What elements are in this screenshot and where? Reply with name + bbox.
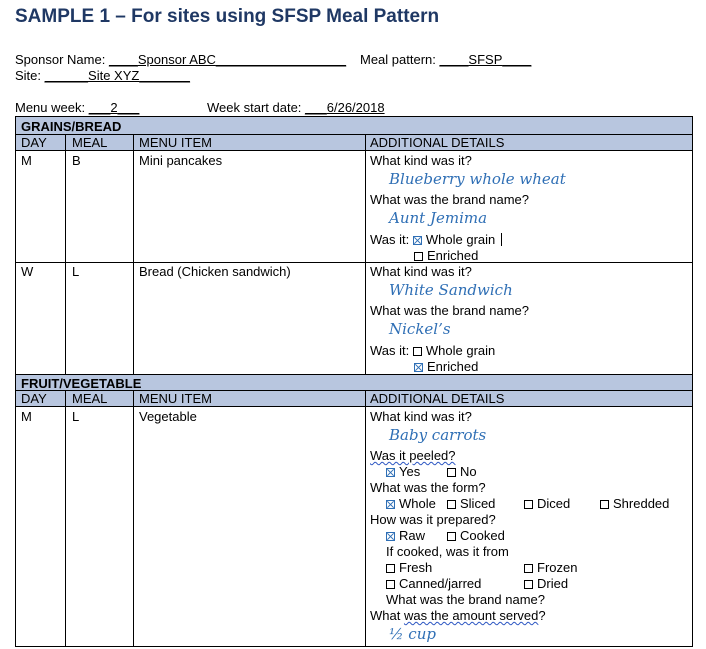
row2-day: W bbox=[21, 264, 34, 279]
row3-kind-question: What kind was it? bbox=[370, 409, 472, 424]
row3-kind-answer[interactable]: Baby carrots bbox=[389, 426, 486, 444]
row2-wasit: Was it: Whole grain bbox=[370, 343, 496, 358]
row3-peeled-yes-option: Yes bbox=[386, 464, 420, 479]
from-canned-checkbox[interactable] bbox=[386, 580, 395, 589]
row2-kind-answer[interactable]: White Sandwich bbox=[389, 281, 513, 299]
row1-enriched-option: Enriched bbox=[414, 248, 478, 263]
row3-prepared-question: How was it prepared? bbox=[370, 512, 496, 527]
row2-meal: L bbox=[72, 264, 80, 279]
meal-pattern-label: Meal pattern: bbox=[360, 52, 436, 67]
row2-brand-question: What was the brand name? bbox=[370, 303, 529, 318]
week-start-field[interactable]: Week start date: ___6/26/2018 bbox=[207, 100, 385, 115]
row3-amount-answer[interactable]: ½ cup bbox=[389, 625, 436, 643]
row3-item: Vegetable bbox=[139, 409, 197, 424]
row1-meal: B bbox=[72, 153, 81, 168]
col-details-header: ADDITIONAL DETAILS bbox=[370, 135, 505, 150]
menu-week-value: ___2___ bbox=[88, 100, 140, 115]
row1-item: Mini pancakes bbox=[139, 153, 223, 168]
from-frozen-option: Frozen bbox=[524, 560, 577, 575]
row1-kind-question: What kind was it? bbox=[370, 153, 472, 168]
week-start-label: Week start date: bbox=[207, 100, 302, 115]
row3-day: M bbox=[21, 409, 32, 424]
row1-brand-answer[interactable]: Aunt Jemima bbox=[389, 209, 487, 227]
row3-meal: L bbox=[72, 409, 80, 424]
row2-item: Bread (Chicken sandwich) bbox=[139, 264, 291, 279]
col-details-header-2: ADDITIONAL DETAILS bbox=[370, 391, 505, 406]
from-fresh-checkbox[interactable] bbox=[386, 564, 395, 573]
prep-raw-option: Raw bbox=[386, 528, 425, 543]
row2-enriched-checkbox[interactable] bbox=[414, 363, 423, 372]
row1-day: M bbox=[21, 153, 32, 168]
prep-cooked-option: Cooked bbox=[447, 528, 505, 543]
from-dried-checkbox[interactable] bbox=[524, 580, 533, 589]
fruitveg-section-title: FRUIT/VEGETABLE bbox=[21, 376, 142, 391]
row3-form-question: What was the form? bbox=[370, 480, 486, 495]
sponsor-name-field[interactable]: Sponsor Name: ____Sponsor ABC___________… bbox=[15, 52, 346, 67]
row1-enriched-checkbox[interactable] bbox=[414, 252, 423, 261]
menu-week-field[interactable]: Menu week: ___2___ bbox=[15, 100, 139, 115]
meal-pattern-field[interactable]: Meal pattern: ____SFSP____ bbox=[360, 52, 531, 67]
site-value: ______Site XYZ_______ bbox=[44, 68, 190, 83]
site-label: Site: bbox=[15, 68, 42, 83]
peeled-yes-checkbox[interactable] bbox=[386, 468, 395, 477]
col-meal-header: MEAL bbox=[72, 135, 108, 150]
row1-whole-grain-checkbox[interactable] bbox=[412, 236, 422, 245]
form-diced-option: Diced bbox=[524, 496, 570, 511]
meal-pattern-value: ____SFSP____ bbox=[439, 52, 532, 67]
from-dried-option: Dried bbox=[524, 576, 568, 591]
prep-raw-checkbox[interactable] bbox=[386, 532, 395, 541]
form-shredded-checkbox[interactable] bbox=[600, 500, 609, 509]
col-day-header: DAY bbox=[21, 135, 47, 150]
row2-brand-answer[interactable]: Nickel’s bbox=[389, 320, 451, 338]
menu-week-label: Menu week: bbox=[15, 100, 86, 115]
site-field[interactable]: Site: ______Site XYZ_______ bbox=[15, 68, 190, 83]
week-start-value: ___6/26/2018 bbox=[305, 100, 385, 115]
peeled-no-checkbox[interactable] bbox=[447, 468, 456, 477]
from-fresh-option: Fresh bbox=[386, 560, 432, 575]
form-diced-checkbox[interactable] bbox=[524, 500, 533, 509]
sponsor-name-label: Sponsor Name: bbox=[15, 52, 106, 67]
row1-kind-answer[interactable]: Blueberry whole wheat bbox=[389, 170, 566, 188]
from-canned-option: Canned/jarred bbox=[386, 576, 481, 591]
row3-peeled-no-option: No bbox=[447, 464, 477, 479]
col-day-header-2: DAY bbox=[21, 391, 47, 406]
form-whole-checkbox[interactable] bbox=[386, 500, 395, 509]
form-sliced-option: Sliced bbox=[447, 496, 495, 511]
row2-enriched-option: Enriched bbox=[414, 359, 478, 374]
col-item-header: MENU ITEM bbox=[139, 135, 212, 150]
grains-section-title: GRAINS/BREAD bbox=[21, 119, 122, 134]
row3-amount-question: What was the amount served? bbox=[370, 608, 546, 623]
if-cooked-question: If cooked, was it from bbox=[386, 544, 509, 559]
form-shredded-option: Shredded bbox=[600, 496, 669, 511]
prep-cooked-checkbox[interactable] bbox=[447, 532, 456, 541]
row3-peeled-question: Was it peeled? bbox=[370, 448, 456, 463]
form-sliced-checkbox[interactable] bbox=[447, 500, 456, 509]
col-meal-header-2: MEAL bbox=[72, 391, 108, 406]
sponsor-name-value: ____Sponsor ABC__________________ bbox=[108, 52, 347, 67]
form-whole-option: Whole bbox=[386, 496, 436, 511]
row2-kind-question: What kind was it? bbox=[370, 264, 472, 279]
from-frozen-checkbox[interactable] bbox=[524, 564, 533, 573]
row3-brand-question: What was the brand name? bbox=[386, 592, 545, 607]
col-item-header-2: MENU ITEM bbox=[139, 391, 212, 406]
row2-whole-grain-checkbox[interactable] bbox=[412, 347, 422, 356]
row1-brand-question: What was the brand name? bbox=[370, 192, 529, 207]
row1-wasit: Was it: Whole grain bbox=[370, 232, 503, 247]
page-title: SAMPLE 1 – For sites using SFSP Meal Pat… bbox=[15, 6, 440, 27]
